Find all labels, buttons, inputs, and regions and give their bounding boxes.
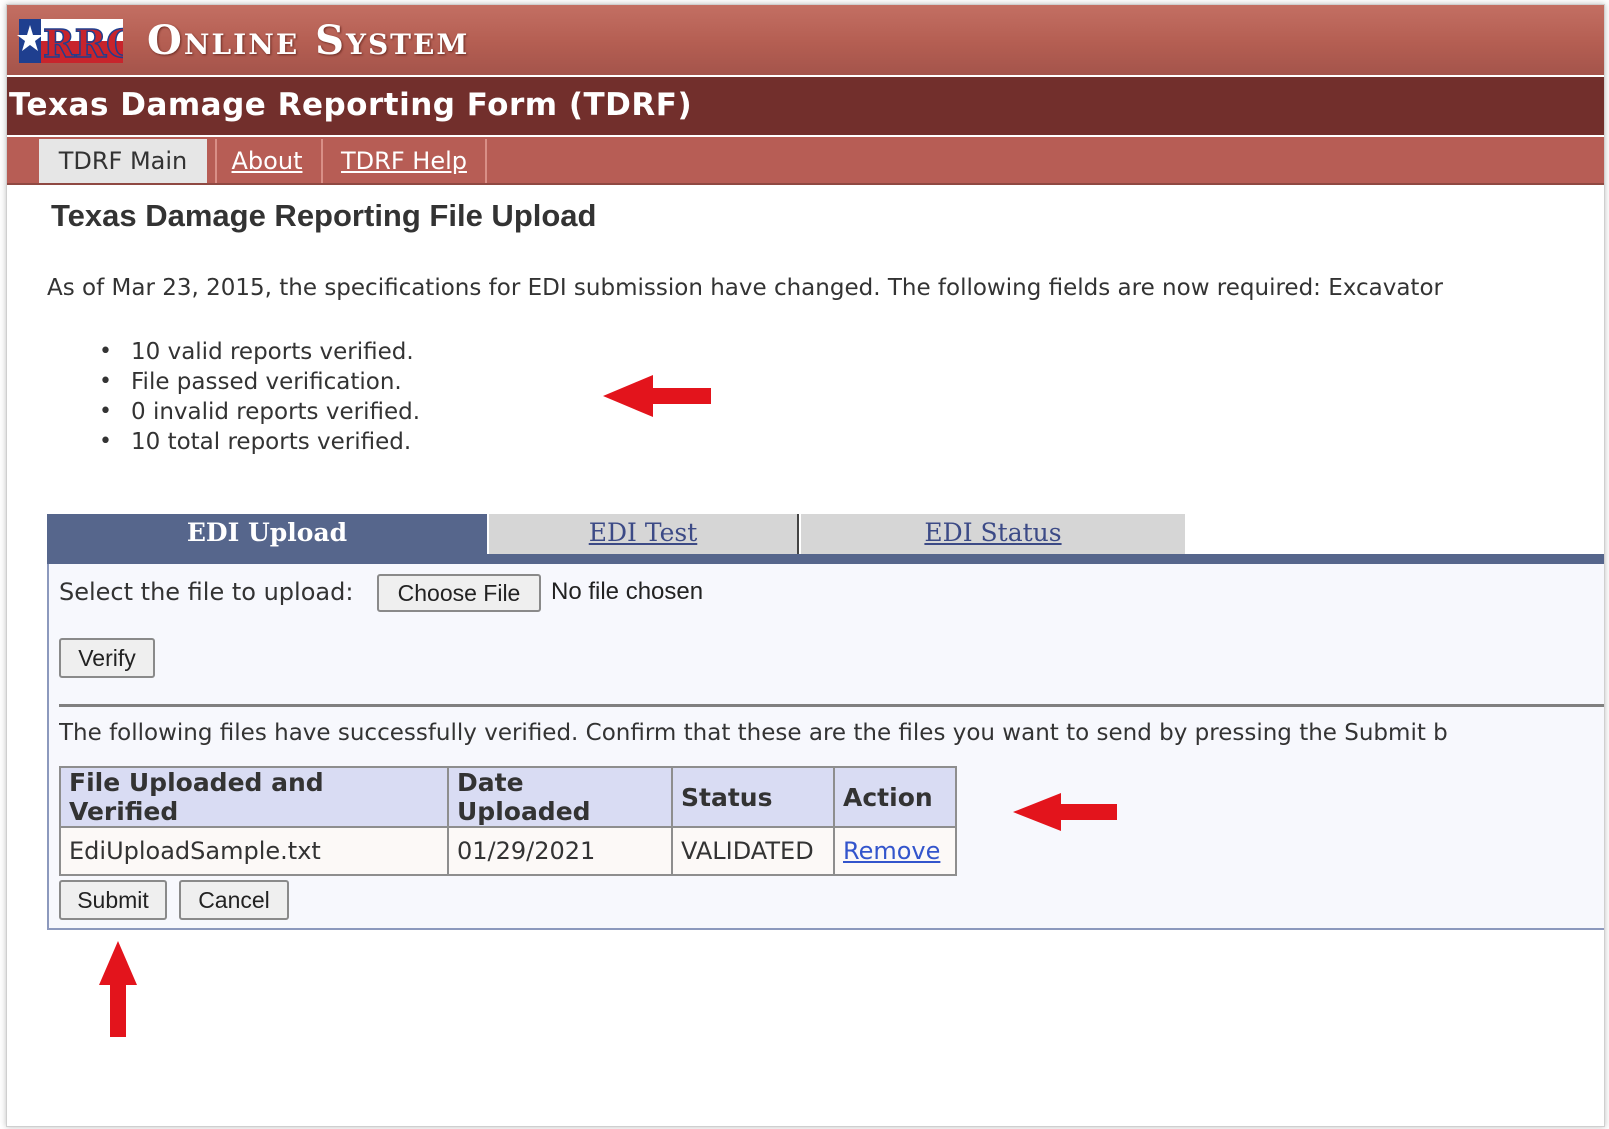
- page-title: Texas Damage Reporting File Upload: [51, 198, 597, 233]
- verified-files-table: File Uploaded and Verified Date Uploaded…: [59, 766, 957, 876]
- system-title: Online System: [147, 17, 470, 64]
- edi-notice: As of Mar 23, 2015, the specifications f…: [47, 275, 1443, 301]
- verification-results: 10 valid reports verified. File passed v…: [99, 337, 420, 457]
- action-cell: Remove: [833, 826, 957, 876]
- nav-tdrf-main[interactable]: TDRF Main: [39, 139, 207, 183]
- status-cell: VALIDATED: [671, 826, 835, 876]
- result-item: 10 valid reports verified.: [99, 337, 420, 367]
- column-header: Date Uploaded: [447, 766, 673, 828]
- table-row: EdiUploadSample.txt 01/29/2021 VALIDATED…: [59, 826, 957, 876]
- tab-edi-test[interactable]: EDI Test: [489, 514, 799, 554]
- nav-about-link[interactable]: About: [215, 139, 317, 183]
- red-arrow-icon: [603, 375, 711, 417]
- remove-link[interactable]: Remove: [843, 837, 940, 865]
- table-header-row: File Uploaded and Verified Date Uploaded…: [59, 766, 957, 828]
- red-arrow-icon: [1013, 793, 1117, 831]
- choose-file-button[interactable]: Choose File: [377, 574, 541, 612]
- tab-edi-upload[interactable]: EDI Upload: [47, 514, 487, 554]
- date-cell: 01/29/2021: [447, 826, 673, 876]
- tab-strip: [47, 554, 1604, 564]
- texas-flag-star-icon: RRC: [17, 19, 123, 67]
- result-item: File passed verification.: [99, 367, 420, 397]
- system-header: RRC Online System: [7, 5, 1604, 75]
- column-header: Status: [671, 766, 835, 828]
- logo-text: RRC: [43, 21, 123, 66]
- rrc-logo: RRC: [17, 15, 123, 67]
- submit-button[interactable]: Submit: [59, 880, 167, 920]
- result-item: 0 invalid reports verified.: [99, 397, 420, 427]
- column-header: Action: [833, 766, 957, 828]
- result-item: 10 total reports verified.: [99, 427, 420, 457]
- red-arrow-icon: [99, 941, 137, 1037]
- divider: [59, 704, 1604, 707]
- column-header: File Uploaded and Verified: [59, 766, 449, 828]
- form-title: Texas Damage Reporting Form (TDRF): [9, 87, 693, 123]
- nav-tdrf-help-link[interactable]: TDRF Help: [321, 139, 487, 183]
- cancel-button[interactable]: Cancel: [179, 880, 289, 920]
- edi-upload-panel: Select the file to upload: Choose File N…: [47, 564, 1604, 930]
- form-title-bar: Texas Damage Reporting Form (TDRF): [7, 77, 1604, 135]
- main-nav: TDRF Main About TDRF Help: [7, 137, 1604, 185]
- file-name-cell: EdiUploadSample.txt: [59, 826, 449, 876]
- verify-button[interactable]: Verify: [59, 638, 155, 678]
- confirm-text: The following files have successfully ve…: [59, 720, 1448, 746]
- select-file-label: Select the file to upload:: [59, 578, 354, 606]
- browser-page: RRC Online System Texas Damage Reporting…: [6, 4, 1605, 1127]
- tab-edi-status[interactable]: EDI Status: [801, 514, 1185, 554]
- file-status-text: No file chosen: [551, 578, 704, 605]
